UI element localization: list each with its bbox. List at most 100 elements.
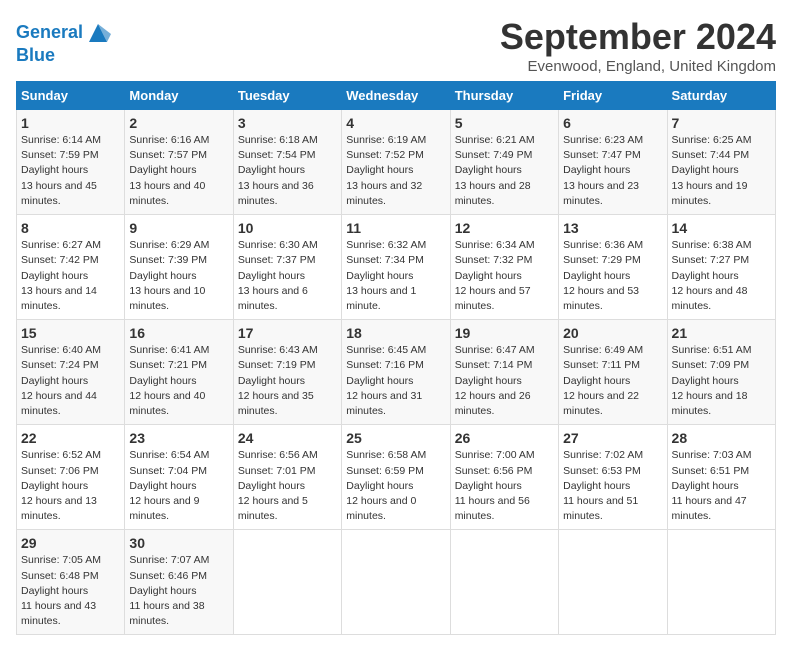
- table-row: 12 Sunrise: 6:34 AM Sunset: 7:32 PM Dayl…: [450, 215, 558, 320]
- day-info: Sunrise: 6:49 AM Sunset: 7:11 PM Dayligh…: [563, 343, 662, 419]
- table-row: 25 Sunrise: 6:58 AM Sunset: 6:59 PM Dayl…: [342, 425, 450, 530]
- day-number: 24: [238, 430, 337, 446]
- day-info: Sunrise: 6:18 AM Sunset: 7:54 PM Dayligh…: [238, 133, 337, 209]
- day-number: 30: [129, 535, 228, 551]
- day-info: Sunrise: 6:47 AM Sunset: 7:14 PM Dayligh…: [455, 343, 554, 419]
- day-number: 29: [21, 535, 120, 551]
- table-row: [450, 530, 558, 635]
- table-row: 4 Sunrise: 6:19 AM Sunset: 7:52 PM Dayli…: [342, 110, 450, 215]
- day-number: 1: [21, 115, 120, 131]
- day-number: 10: [238, 220, 337, 236]
- day-number: 6: [563, 115, 662, 131]
- title-block: September 2024 Evenwood, England, United…: [500, 16, 776, 75]
- day-info: Sunrise: 6:36 AM Sunset: 7:29 PM Dayligh…: [563, 238, 662, 314]
- calendar-week-row: 15 Sunrise: 6:40 AM Sunset: 7:24 PM Dayl…: [17, 320, 776, 425]
- day-info: Sunrise: 6:16 AM Sunset: 7:57 PM Dayligh…: [129, 133, 228, 209]
- table-row: 30 Sunrise: 7:07 AM Sunset: 6:46 PM Dayl…: [125, 530, 233, 635]
- day-number: 27: [563, 430, 662, 446]
- calendar-week-row: 29 Sunrise: 7:05 AM Sunset: 6:48 PM Dayl…: [17, 530, 776, 635]
- month-title: September 2024: [500, 16, 776, 58]
- day-number: 13: [563, 220, 662, 236]
- table-row: [233, 530, 341, 635]
- day-info: Sunrise: 6:41 AM Sunset: 7:21 PM Dayligh…: [129, 343, 228, 419]
- calendar-table: Sunday Monday Tuesday Wednesday Thursday…: [16, 81, 776, 635]
- day-number: 5: [455, 115, 554, 131]
- day-number: 22: [21, 430, 120, 446]
- day-number: 12: [455, 220, 554, 236]
- table-row: 14 Sunrise: 6:38 AM Sunset: 7:27 PM Dayl…: [667, 215, 775, 320]
- day-info: Sunrise: 6:23 AM Sunset: 7:47 PM Dayligh…: [563, 133, 662, 209]
- table-row: 22 Sunrise: 6:52 AM Sunset: 7:06 PM Dayl…: [17, 425, 125, 530]
- day-info: Sunrise: 7:00 AM Sunset: 6:56 PM Dayligh…: [455, 448, 554, 524]
- day-info: Sunrise: 6:38 AM Sunset: 7:27 PM Dayligh…: [672, 238, 771, 314]
- table-row: 17 Sunrise: 6:43 AM Sunset: 7:19 PM Dayl…: [233, 320, 341, 425]
- table-row: [342, 530, 450, 635]
- location: Evenwood, England, United Kingdom: [500, 58, 776, 75]
- col-wednesday: Wednesday: [342, 82, 450, 110]
- day-info: Sunrise: 6:54 AM Sunset: 7:04 PM Dayligh…: [129, 448, 228, 524]
- table-row: 3 Sunrise: 6:18 AM Sunset: 7:54 PM Dayli…: [233, 110, 341, 215]
- table-row: 8 Sunrise: 6:27 AM Sunset: 7:42 PM Dayli…: [17, 215, 125, 320]
- table-row: 2 Sunrise: 6:16 AM Sunset: 7:57 PM Dayli…: [125, 110, 233, 215]
- day-number: 14: [672, 220, 771, 236]
- day-info: Sunrise: 6:30 AM Sunset: 7:37 PM Dayligh…: [238, 238, 337, 314]
- table-row: 15 Sunrise: 6:40 AM Sunset: 7:24 PM Dayl…: [17, 320, 125, 425]
- day-info: Sunrise: 6:58 AM Sunset: 6:59 PM Dayligh…: [346, 448, 445, 524]
- day-info: Sunrise: 6:32 AM Sunset: 7:34 PM Dayligh…: [346, 238, 445, 314]
- day-info: Sunrise: 6:56 AM Sunset: 7:01 PM Dayligh…: [238, 448, 337, 524]
- day-info: Sunrise: 7:05 AM Sunset: 6:48 PM Dayligh…: [21, 553, 120, 629]
- table-row: 19 Sunrise: 6:47 AM Sunset: 7:14 PM Dayl…: [450, 320, 558, 425]
- page-container: General Blue September 2024 Evenwood, En…: [16, 16, 776, 635]
- table-row: 13 Sunrise: 6:36 AM Sunset: 7:29 PM Dayl…: [559, 215, 667, 320]
- day-info: Sunrise: 6:43 AM Sunset: 7:19 PM Dayligh…: [238, 343, 337, 419]
- calendar-header-row: Sunday Monday Tuesday Wednesday Thursday…: [17, 82, 776, 110]
- table-row: 20 Sunrise: 6:49 AM Sunset: 7:11 PM Dayl…: [559, 320, 667, 425]
- day-info: Sunrise: 6:34 AM Sunset: 7:32 PM Dayligh…: [455, 238, 554, 314]
- table-row: 28 Sunrise: 7:03 AM Sunset: 6:51 PM Dayl…: [667, 425, 775, 530]
- table-row: 26 Sunrise: 7:00 AM Sunset: 6:56 PM Dayl…: [450, 425, 558, 530]
- page-header: General Blue September 2024 Evenwood, En…: [16, 16, 776, 75]
- day-number: 2: [129, 115, 228, 131]
- day-number: 25: [346, 430, 445, 446]
- table-row: 5 Sunrise: 6:21 AM Sunset: 7:49 PM Dayli…: [450, 110, 558, 215]
- calendar-week-row: 8 Sunrise: 6:27 AM Sunset: 7:42 PM Dayli…: [17, 215, 776, 320]
- day-number: 26: [455, 430, 554, 446]
- day-info: Sunrise: 6:21 AM Sunset: 7:49 PM Dayligh…: [455, 133, 554, 209]
- table-row: [667, 530, 775, 635]
- calendar-week-row: 1 Sunrise: 6:14 AM Sunset: 7:59 PM Dayli…: [17, 110, 776, 215]
- table-row: 7 Sunrise: 6:25 AM Sunset: 7:44 PM Dayli…: [667, 110, 775, 215]
- table-row: 21 Sunrise: 6:51 AM Sunset: 7:09 PM Dayl…: [667, 320, 775, 425]
- col-tuesday: Tuesday: [233, 82, 341, 110]
- day-info: Sunrise: 7:02 AM Sunset: 6:53 PM Dayligh…: [563, 448, 662, 524]
- day-number: 23: [129, 430, 228, 446]
- col-thursday: Thursday: [450, 82, 558, 110]
- calendar-week-row: 22 Sunrise: 6:52 AM Sunset: 7:06 PM Dayl…: [17, 425, 776, 530]
- table-row: 9 Sunrise: 6:29 AM Sunset: 7:39 PM Dayli…: [125, 215, 233, 320]
- table-row: 24 Sunrise: 6:56 AM Sunset: 7:01 PM Dayl…: [233, 425, 341, 530]
- day-info: Sunrise: 6:19 AM Sunset: 7:52 PM Dayligh…: [346, 133, 445, 209]
- table-row: 16 Sunrise: 6:41 AM Sunset: 7:21 PM Dayl…: [125, 320, 233, 425]
- day-info: Sunrise: 6:14 AM Sunset: 7:59 PM Dayligh…: [21, 133, 120, 209]
- col-saturday: Saturday: [667, 82, 775, 110]
- table-row: 10 Sunrise: 6:30 AM Sunset: 7:37 PM Dayl…: [233, 215, 341, 320]
- day-info: Sunrise: 6:40 AM Sunset: 7:24 PM Dayligh…: [21, 343, 120, 419]
- table-row: 1 Sunrise: 6:14 AM Sunset: 7:59 PM Dayli…: [17, 110, 125, 215]
- logo-text-blue: Blue: [16, 46, 111, 66]
- table-row: 23 Sunrise: 6:54 AM Sunset: 7:04 PM Dayl…: [125, 425, 233, 530]
- day-info: Sunrise: 7:03 AM Sunset: 6:51 PM Dayligh…: [672, 448, 771, 524]
- day-number: 15: [21, 325, 120, 341]
- table-row: [559, 530, 667, 635]
- logo: General Blue: [16, 20, 111, 66]
- day-info: Sunrise: 6:29 AM Sunset: 7:39 PM Dayligh…: [129, 238, 228, 314]
- logo-icon: [85, 20, 111, 46]
- day-number: 7: [672, 115, 771, 131]
- day-number: 3: [238, 115, 337, 131]
- day-number: 19: [455, 325, 554, 341]
- day-number: 4: [346, 115, 445, 131]
- table-row: 6 Sunrise: 6:23 AM Sunset: 7:47 PM Dayli…: [559, 110, 667, 215]
- day-info: Sunrise: 6:25 AM Sunset: 7:44 PM Dayligh…: [672, 133, 771, 209]
- day-number: 20: [563, 325, 662, 341]
- col-monday: Monday: [125, 82, 233, 110]
- day-number: 8: [21, 220, 120, 236]
- table-row: 18 Sunrise: 6:45 AM Sunset: 7:16 PM Dayl…: [342, 320, 450, 425]
